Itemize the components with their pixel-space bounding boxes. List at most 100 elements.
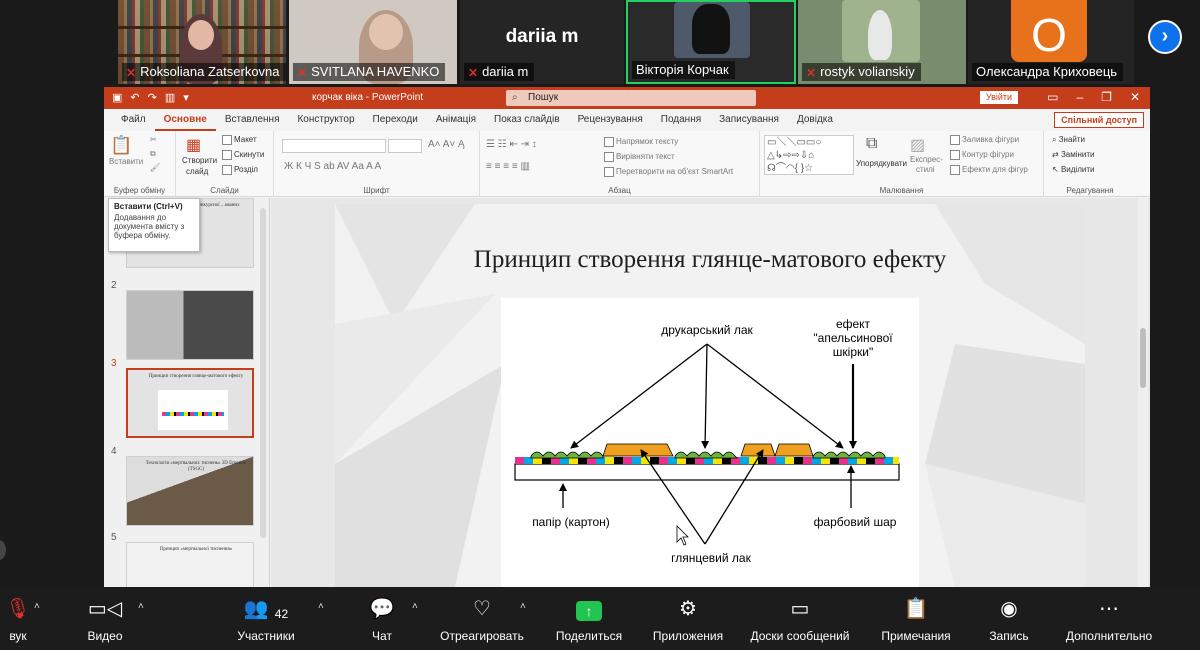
audio-options-caret-icon[interactable]: ˄ xyxy=(34,601,40,612)
new-slide-label-2[interactable]: слайд xyxy=(186,167,208,176)
ribbon-tab[interactable]: Конструктор xyxy=(288,109,363,131)
notes-button[interactable]: 📋 Примечания xyxy=(874,587,958,650)
section-button[interactable]: Розділ xyxy=(222,165,258,175)
slide-thumbnails-pane: ...ості підвищення ...конкурсної ...ован… xyxy=(104,198,270,587)
react-button[interactable]: ♡ Отреагировать xyxy=(434,587,530,650)
notes-icon: 📋 xyxy=(903,598,929,620)
present-icon[interactable]: ▥ xyxy=(165,91,175,104)
customize-qat-icon[interactable]: ▾ xyxy=(183,91,189,104)
slide-thumbnail[interactable]: Принцип «мертвальної тиснення» xyxy=(126,542,254,587)
reset-button[interactable]: Скинути xyxy=(222,150,264,160)
participants-options-caret-icon[interactable]: ˄ xyxy=(318,601,324,612)
alignment-icons[interactable]: ≡ ≡ ≡ ≡ ▥ xyxy=(486,161,530,172)
participant-tile[interactable]: ⨯ rostyk volianskiy xyxy=(798,0,966,84)
slide-thumbnail[interactable] xyxy=(126,290,254,360)
ribbon-tab[interactable]: Подання xyxy=(652,109,710,131)
list-icons[interactable]: ☰ ☷ ⇤ ⇥ ↕ xyxy=(486,139,537,150)
section-icon xyxy=(222,165,232,175)
participant-tile-active-speaker[interactable]: Вікторія Корчак xyxy=(626,0,796,84)
ribbon-tab[interactable]: Записування xyxy=(710,109,788,131)
apps-button[interactable]: ⚙ Приложения xyxy=(646,587,730,650)
react-options-caret-icon[interactable]: ˄ xyxy=(520,601,526,612)
ink-segment xyxy=(794,457,803,464)
ink-segment xyxy=(659,457,668,464)
shape-effects-button[interactable]: Ефекти для фігур xyxy=(950,165,1028,175)
format-painter-icon[interactable]: 🖌 xyxy=(150,163,160,172)
shape-fill-button[interactable]: Заливка фігури xyxy=(950,135,1019,145)
share-button[interactable]: Спільний доступ xyxy=(1054,112,1144,128)
paste-button-label[interactable]: Вставити xyxy=(109,157,143,166)
ribbon-tab[interactable]: Основне xyxy=(154,109,216,131)
select-button[interactable]: ↖ Виділити xyxy=(1052,165,1094,174)
arrange-button[interactable]: Упорядкувати xyxy=(856,159,907,168)
minimize-icon[interactable]: – xyxy=(1076,90,1083,104)
smartart-button[interactable]: Перетворити на об'єкт SmartArt xyxy=(604,167,733,177)
undo-icon[interactable]: ↶ xyxy=(130,91,139,104)
vertical-scrollbar[interactable] xyxy=(1138,198,1148,587)
search-box[interactable]: ⌕ Пошук xyxy=(506,90,756,106)
shape-outline-button[interactable]: Контур фігури xyxy=(950,150,1014,160)
slide-thumbnail[interactable]: Технологія «мертвальних тиснень» 3D Emot… xyxy=(126,456,254,526)
font-name-combo[interactable] xyxy=(282,139,386,153)
restore-icon[interactable]: ❐ xyxy=(1101,90,1112,104)
chat-button[interactable]: 💬 Чат xyxy=(360,587,404,650)
paste-icon[interactable]: 📋 xyxy=(110,135,132,156)
align-text-button[interactable]: Вирівняти текст xyxy=(604,152,675,162)
ribbon-tab[interactable]: Рецензування xyxy=(569,109,652,131)
close-icon[interactable]: ✕ xyxy=(1130,90,1140,104)
video-options-caret-icon[interactable]: ˄ xyxy=(138,601,144,612)
ribbon-tab[interactable]: Файл xyxy=(112,109,155,131)
chat-options-caret-icon[interactable]: ˄ xyxy=(412,601,418,612)
participant-tile[interactable]: ⨯ Roksoliana Zatserkovna xyxy=(118,0,286,84)
whiteboards-button[interactable]: ▭ Доски сообщений xyxy=(742,587,858,650)
find-button[interactable]: ⌕ Знайти xyxy=(1052,135,1085,145)
arrow xyxy=(706,343,844,449)
ribbon-tab[interactable]: Анімація xyxy=(427,109,485,131)
participant-tile[interactable]: ⨯ SVITLANA HAVENKO xyxy=(289,0,457,84)
quick-styles-label-2[interactable]: стилі xyxy=(916,165,935,174)
font-size-controls-icon[interactable]: A˄ A˅ Ą xyxy=(428,139,465,150)
participants-button[interactable]: 👥 42 Участники xyxy=(228,587,304,650)
share-screen-icon: ↑ xyxy=(576,601,602,621)
font-format-icons[interactable]: Ж К Ч S ab AV Aa A A xyxy=(284,161,381,172)
scrollbar-thumb[interactable] xyxy=(1140,328,1146,388)
ribbon-tab[interactable]: Показ слайдів xyxy=(485,109,569,131)
thumbnail-scrollbar[interactable] xyxy=(260,208,266,538)
quick-styles-label[interactable]: Експрес- xyxy=(910,155,943,164)
clipboard-group: 📋 Вставити ✂ ⧉ 🖌 Буфер обміну xyxy=(104,131,176,197)
save-icon[interactable]: ▣ xyxy=(112,91,122,104)
participants-strip: ⨯ Roksoliana Zatserkovna ⨯ SVITLANA HAVENK… xyxy=(0,0,1200,87)
more-button[interactable]: ⋯ Дополнительно xyxy=(1056,587,1162,650)
quick-styles-icon[interactable]: ▨ xyxy=(910,135,925,155)
ribbon-tab[interactable]: Довідка xyxy=(788,109,842,131)
muted-mic-icon: ⨯ xyxy=(468,65,479,79)
arrange-icon[interactable]: ⧉ xyxy=(866,135,877,153)
ribbon-tab[interactable]: Вставлення xyxy=(216,109,289,131)
font-size-combo[interactable] xyxy=(388,139,422,153)
share-screen-button[interactable]: ↑ Поделиться xyxy=(550,587,628,650)
current-slide[interactable]: Принцип створення глянце-матового ефекту xyxy=(335,204,1085,587)
cut-icon[interactable]: ✂ xyxy=(150,135,157,144)
audio-button[interactable]: 🎙 вук xyxy=(0,587,36,650)
document-title: корчак віка - PowerPoint xyxy=(312,92,424,103)
shapes-gallery[interactable]: ▭＼＼▭▭○ △↳⇨⇨⇩⌂ ☊⌒◠{ }☆ xyxy=(764,135,854,175)
meeting-toolbar: 🎙 вук ˄ ▭◁ Видео ˄ 👥 42 Участники ˄ 💬 Чат… xyxy=(0,587,1200,650)
replace-button[interactable]: ⇄ Замінити xyxy=(1052,150,1095,159)
slide-thumbnail[interactable]: Принцип створення глянце-матового ефекту xyxy=(126,368,254,438)
redo-icon[interactable]: ↷ xyxy=(148,91,157,104)
participant-tile[interactable]: O Олександра Криховець xyxy=(968,0,1134,84)
ribbon-tab[interactable]: Переходи xyxy=(364,109,427,131)
participant-tile[interactable]: dariia m ⨯ dariia m xyxy=(460,0,624,84)
record-button[interactable]: ◉ Запись xyxy=(984,587,1034,650)
next-page-button[interactable]: › xyxy=(1148,20,1182,54)
text-direction-button[interactable]: Напрямок тексту xyxy=(604,137,678,147)
layout-button[interactable]: Макет xyxy=(222,135,257,145)
slide-title[interactable]: Принцип створення глянце-матового ефекту xyxy=(335,246,1085,274)
powerpoint-window: ▣ ↶ ↷ ▥ ▾ корчак віка - PowerPoint ⌕ Пош… xyxy=(104,87,1150,587)
video-button[interactable]: ▭◁ Видео xyxy=(78,587,132,650)
ribbon-display-icon[interactable]: ▭ xyxy=(1047,90,1058,104)
sign-in-button[interactable]: Увійти xyxy=(980,91,1018,104)
new-slide-label[interactable]: Створити xyxy=(182,156,217,165)
new-slide-icon[interactable]: ▦ xyxy=(186,135,201,155)
copy-icon[interactable]: ⧉ xyxy=(150,149,156,159)
